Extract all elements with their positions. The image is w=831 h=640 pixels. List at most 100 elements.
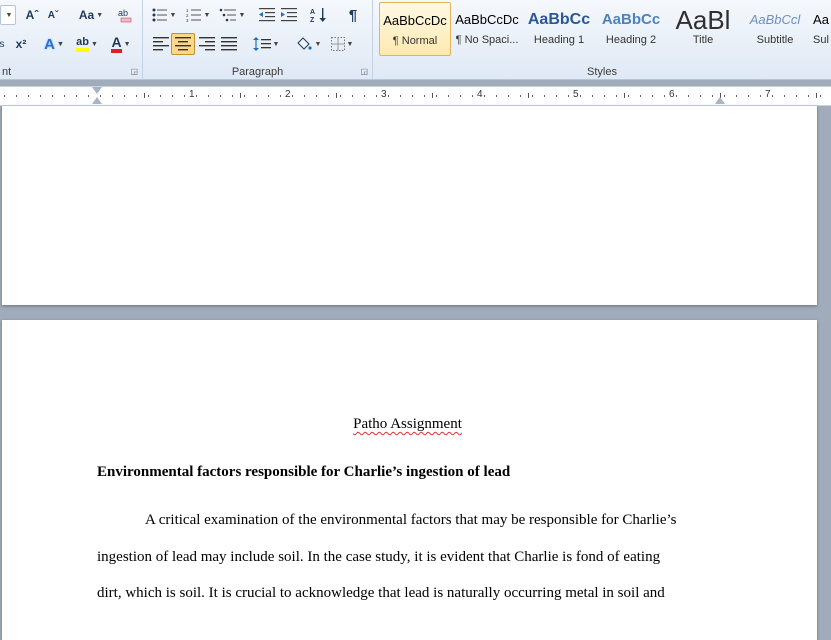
ribbon: ▼ Aˆ Aˇ Aa ▼ ab s x² A ▼ ab ▼ A ▼ nt ◲ ▼ 123… [0,0,831,80]
style-preview: Aa [813,12,829,27]
style-no-spaci-tile[interactable]: AaBbCcDc ¶ No Spaci... [451,2,523,56]
svg-text:3: 3 [186,18,189,22]
font-dialog-launcher-icon[interactable]: ◲ [130,67,138,76]
paint-bucket-icon [296,37,312,50]
multilevel-list-button[interactable]: ▼ [217,5,247,25]
font-color-button[interactable]: A ▼ [106,34,136,54]
shrink-font-button[interactable]: Aˇ [44,5,62,25]
shading-button[interactable]: ▼ [293,34,323,54]
ruler-number: 5 [573,89,579,100]
style-preview: AaBl [675,5,731,34]
font-group-label: nt [2,66,12,78]
ruler-dot [412,95,413,97]
style-name: Heading 1 [533,34,585,46]
highlight-button[interactable]: ab ▼ [72,34,102,54]
grow-font-button[interactable]: Aˆ [22,5,42,25]
ruler-dot [280,95,281,97]
style-preview: AaBbCcDc [455,12,519,27]
style-name: Subtitle [756,34,794,46]
ruler-dot [220,95,221,97]
ruler-dot [148,95,149,97]
clear-formatting-button[interactable]: ab [116,5,136,25]
align-center-icon [175,37,191,51]
ruler-half-tick [816,93,817,98]
left-indent-marker[interactable] [92,97,102,104]
style-name: ¶ Normal [392,35,438,47]
ruler-dot [376,95,377,97]
line-spacing-button[interactable]: ▼ [251,34,281,54]
ruler-dot [472,95,473,97]
ruler-dot [652,95,653,97]
title-text: Patho Assignment [353,416,462,432]
style-title-tile[interactable]: AaBl Title [667,2,739,56]
ruler-half-tick [624,93,625,98]
ruler-dot [88,95,89,97]
justify-button[interactable] [219,34,239,54]
ruler-dot [784,95,785,97]
ruler-dot [772,95,773,97]
ruler-dot [136,95,137,97]
borders-button[interactable]: ▼ [327,34,357,54]
change-case-button[interactable]: Aa ▼ [76,5,106,25]
ruler-dot [292,95,293,97]
style-name: Sul [813,34,829,46]
increase-indent-button[interactable] [279,5,299,25]
style-normal-tile[interactable]: AaBbCcDc ¶ Normal [379,2,451,56]
section-heading: Environmental factors responsible for Ch… [97,464,511,480]
sort-icon: AZ [310,8,326,23]
show-formatting-marks-button[interactable]: ¶ [343,5,363,25]
ruler-dot [712,95,713,97]
ruler-dot [124,95,125,97]
ruler-dot [820,95,821,97]
horizontal-ruler[interactable]: 1 2 3 4 5 6 7 [0,86,831,106]
ruler-dot [328,95,329,97]
change-case-label: Aa [78,8,95,22]
align-right-button[interactable] [197,34,217,54]
ruler-dot [400,95,401,97]
ruler-dot [364,95,365,97]
paragraph-dialog-launcher-icon[interactable]: ◲ [360,67,368,76]
style-heading-1-tile[interactable]: AaBbCc Heading 1 [523,2,595,56]
align-right-icon [199,37,215,51]
superscript-button[interactable]: x² [12,34,30,54]
ruler-half-tick [528,93,529,98]
ruler-dot [520,95,521,97]
ruler-dot [268,95,269,97]
ruler-number: 6 [669,89,675,100]
first-line-indent-marker[interactable] [92,87,102,94]
font-color-icon: A [111,35,122,53]
ruler-dot [256,95,257,97]
paragraph-line-3: dirt, which is soil. It is crucial to ac… [97,585,665,601]
ruler-dot [556,95,557,97]
bullets-icon [152,8,167,22]
ruler-dot [196,95,197,97]
decrease-indent-button[interactable] [257,5,277,25]
ruler-dot [172,95,173,97]
page-2[interactable]: Patho Assignment Environmental factors r… [2,320,817,640]
style-name: Heading 2 [605,34,657,46]
numbering-button[interactable]: 1 2 3 ▼ [183,5,213,25]
style-heading-2-tile[interactable]: AaBbCc Heading 2 [595,2,667,56]
style-preview: AaBbCc [601,11,661,28]
style-subtitle-tile[interactable]: AaBbCcl Subtitle [739,2,811,56]
ruler-dot [112,95,113,97]
sort-dropdown-partial[interactable]: s [0,34,5,54]
ruler-dot [796,95,797,97]
align-center-button[interactable] [171,33,195,55]
highlight-icon: ab [76,36,89,52]
align-left-button[interactable] [151,34,171,54]
clear-formatting-icon: ab [118,8,132,23]
sort-button[interactable]: AZ [309,5,329,25]
ruler-dot [64,95,65,97]
page-1[interactable] [2,106,817,305]
bullets-button[interactable]: ▼ [149,5,179,25]
paragraph-line-1: A critical examination of the environmen… [145,512,677,528]
decrease-indent-icon [259,8,275,22]
ruler-dot [424,95,425,97]
font-size-dropdown[interactable]: ▼ [0,5,16,25]
text-effects-button[interactable]: A ▼ [40,34,68,54]
ruler-number: 2 [285,89,291,100]
right-indent-marker[interactable] [715,97,725,104]
style-sul-tile[interactable]: Aa Sul [811,2,831,56]
borders-icon [330,37,345,51]
